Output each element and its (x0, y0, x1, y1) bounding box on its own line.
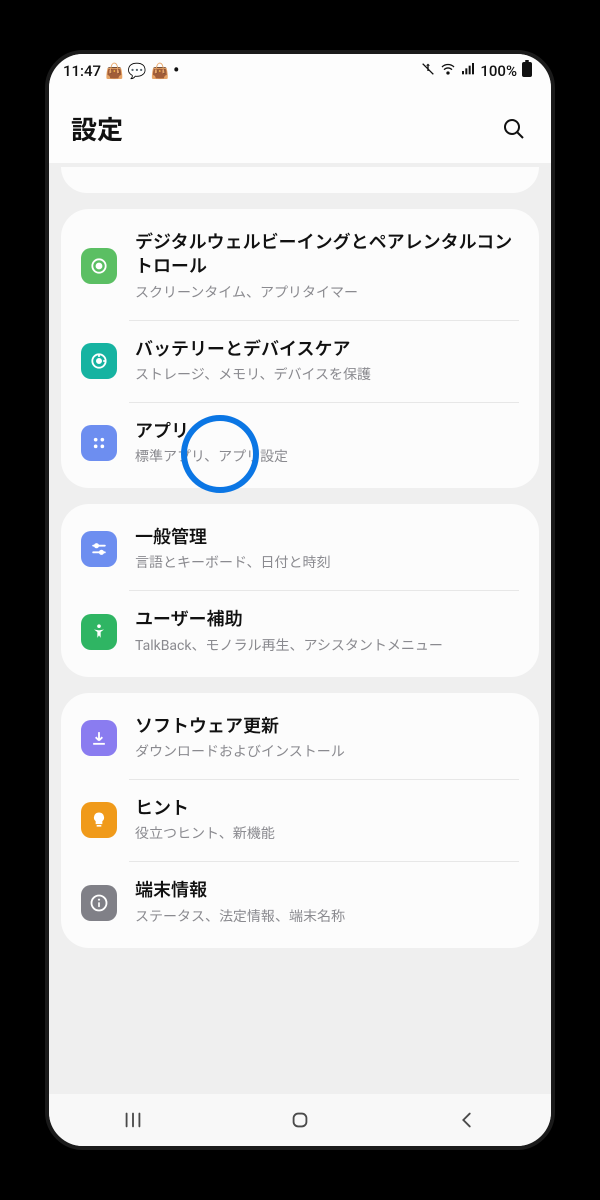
item-subtitle: ストレージ、メモリ、デバイスを保護 (135, 364, 519, 384)
search-icon (502, 117, 526, 141)
recents-icon (122, 1109, 144, 1131)
wellbeing-icon (81, 248, 117, 284)
more-notifications-dot: • (173, 62, 179, 80)
phone-frame: 11:47 👜 💬 👜 • 100% 設定 (45, 50, 555, 1150)
item-subtitle: ステータス、法定情報、端末名称 (135, 906, 519, 926)
status-battery: 100% (480, 62, 517, 80)
item-subtitle: 言語とキーボード、日付と時刻 (135, 552, 519, 572)
settings-item-battery[interactable]: バッテリーとデバイスケア ストレージ、メモリ、デバイスを保護 (61, 320, 539, 402)
item-subtitle: スクリーンタイム、アプリタイマー (135, 282, 519, 302)
item-subtitle: ダウンロードおよびインストール (135, 741, 519, 761)
nav-home-button[interactable] (260, 1109, 340, 1131)
page-title: 設定 (71, 110, 123, 147)
item-subtitle: 標準アプリ、アプリ設定 (135, 446, 519, 466)
settings-item-general[interactable]: 一般管理 言語とキーボード、日付と時刻 (61, 508, 539, 590)
settings-group: 一般管理 言語とキーボード、日付と時刻 ユーザー補助 TalkBack、モノラル… (61, 504, 539, 677)
item-title: ヒント (135, 797, 519, 821)
item-title: デジタルウェルビーイングとペアレンタルコントロール (135, 231, 519, 280)
settings-item-software[interactable]: ソフトウェア更新 ダウンロードおよびインストール (61, 697, 539, 779)
back-icon (456, 1109, 478, 1131)
item-subtitle: 役立つヒント、新機能 (135, 823, 519, 843)
search-button[interactable] (499, 114, 529, 144)
signal-icon (460, 61, 476, 81)
item-title: 一般管理 (135, 526, 519, 550)
settings-list[interactable]: デジタルウェルビーイングとペアレンタルコントロール スクリーンタイム、アプリタイ… (49, 163, 551, 1094)
item-title: 端末情報 (135, 879, 519, 903)
settings-item-accessibility[interactable]: ユーザー補助 TalkBack、モノラル再生、アシスタントメニュー (61, 590, 539, 672)
settings-group: デジタルウェルビーイングとペアレンタルコントロール スクリーンタイム、アプリタイ… (61, 209, 539, 488)
item-title: アプリ (135, 420, 519, 444)
settings-item-wellbeing[interactable]: デジタルウェルビーイングとペアレンタルコントロール スクリーンタイム、アプリタイ… (61, 213, 539, 320)
apps-icon (81, 425, 117, 461)
mute-icon (420, 61, 436, 81)
nav-back-button[interactable] (427, 1109, 507, 1131)
page-header: 設定 (49, 88, 551, 163)
tips-icon (81, 802, 117, 838)
home-icon (289, 1109, 311, 1131)
general-icon (81, 531, 117, 567)
settings-item-tips[interactable]: ヒント 役立つヒント、新機能 (61, 779, 539, 861)
item-subtitle: TalkBack、モノラル再生、アシスタントメニュー (135, 635, 519, 655)
bag-icon: 👜 (150, 64, 169, 79)
item-title: ユーザー補助 (135, 608, 519, 632)
nav-recents-button[interactable] (93, 1109, 173, 1131)
partial-card-top (61, 167, 539, 193)
accessibility-icon (81, 614, 117, 650)
item-title: バッテリーとデバイスケア (135, 338, 519, 362)
status-bar: 11:47 👜 💬 👜 • 100% (49, 54, 551, 88)
chat-icon: 💬 (128, 64, 147, 79)
wifi-icon (440, 61, 456, 81)
settings-item-apps[interactable]: アプリ 標準アプリ、アプリ設定 (61, 402, 539, 484)
nav-bar (49, 1094, 551, 1146)
software-update-icon (81, 720, 117, 756)
bag-icon: 👜 (105, 64, 124, 79)
settings-item-about[interactable]: 端末情報 ステータス、法定情報、端末名称 (61, 861, 539, 943)
item-title: ソフトウェア更新 (135, 715, 519, 739)
settings-group: ソフトウェア更新 ダウンロードおよびインストール ヒント 役立つヒント、新機能 (61, 693, 539, 948)
status-time: 11:47 (63, 62, 101, 80)
about-icon (81, 885, 117, 921)
battery-icon (521, 60, 533, 82)
battery-care-icon (81, 343, 117, 379)
